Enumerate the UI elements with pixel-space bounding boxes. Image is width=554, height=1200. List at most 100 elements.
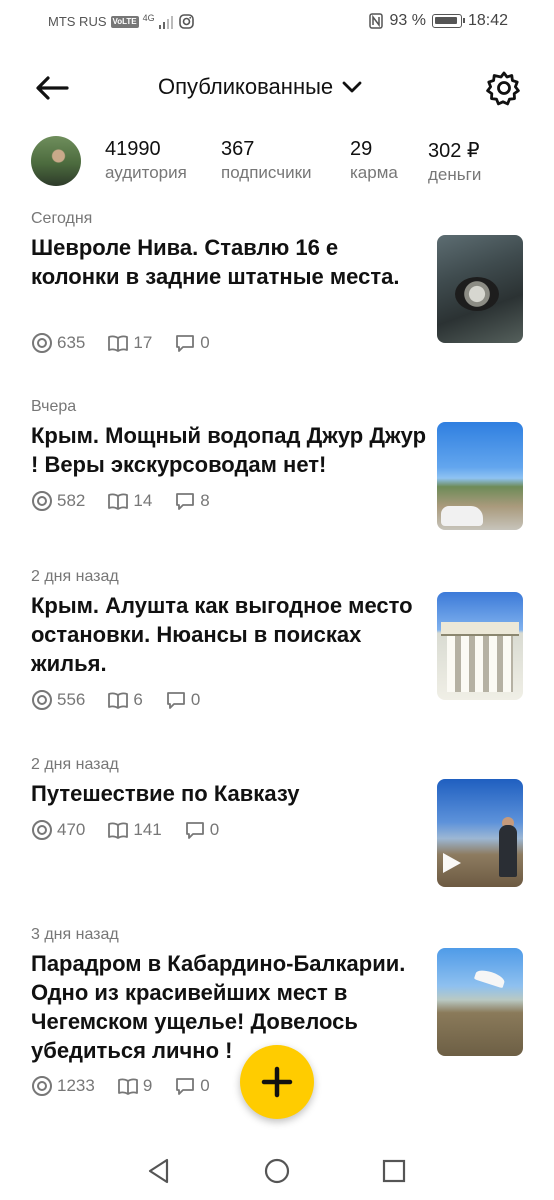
reads-value: 6: [133, 690, 143, 709]
status-bar: MTS RUS VoLTE 4G 93 % 18:42: [0, 0, 554, 44]
post-date: Сегодня: [31, 210, 93, 227]
stat-label: деньги: [428, 165, 482, 184]
reads-value: 14: [133, 491, 153, 510]
views-count: 582: [31, 490, 85, 512]
avatar[interactable]: [31, 136, 81, 186]
post-stats: 556 6 0: [31, 689, 222, 711]
carrier-label: MTS RUS: [48, 14, 107, 29]
views-count: 1233: [31, 1075, 95, 1097]
post-title[interactable]: Крым. Мощный водопад Джур Джур ! Веры эк…: [31, 421, 431, 479]
volte-badge: VoLTE: [110, 15, 139, 28]
stat-money[interactable]: 302 ₽ деньги: [428, 138, 481, 185]
battery-percent: 93 %: [389, 12, 426, 29]
comments-value: 0: [190, 690, 201, 709]
reads-count: 141: [107, 819, 162, 841]
post-date: 3 дня назад: [31, 926, 119, 943]
views-value: 635: [57, 333, 86, 352]
stat-label: аудитория: [105, 163, 187, 182]
play-icon[interactable]: [443, 853, 461, 873]
views-count: 470: [31, 819, 85, 841]
post-stats: 582 14 8: [31, 490, 232, 512]
stat-value: 302 ₽: [428, 140, 480, 162]
nav-back-icon[interactable]: [144, 1156, 174, 1186]
signal-icon: [158, 15, 173, 29]
comment-icon: [176, 335, 195, 352]
stat-value: 41990: [105, 138, 161, 160]
system-nav-bar: [0, 1140, 554, 1200]
views-value: 556: [57, 690, 86, 709]
comments-count: 0: [165, 689, 200, 711]
post-thumbnail[interactable]: [437, 592, 523, 700]
comment-icon: [176, 1078, 195, 1095]
comments-value: 0: [200, 333, 210, 352]
comments-value: 8: [200, 491, 210, 510]
post-stats: 470 141 0: [31, 819, 241, 841]
eye-icon: [32, 820, 52, 840]
nfc-icon: [369, 13, 384, 29]
arrow-left-icon[interactable]: [34, 72, 70, 104]
book-icon: [117, 1078, 138, 1095]
post-item[interactable]: Сегодня Шевроле Нива. Ставлю 16 е колонк…: [0, 210, 554, 370]
eye-icon: [32, 1076, 52, 1096]
eye-icon: [32, 690, 52, 710]
comments-count: 0: [174, 1075, 210, 1097]
stat-label: карма: [350, 163, 398, 182]
stat-subscribers[interactable]: 367 подписчики: [221, 138, 312, 183]
post-date: 2 дня назад: [31, 756, 119, 773]
comments-count: 0: [174, 332, 210, 354]
add-post-button[interactable]: [240, 1045, 314, 1119]
status-left: MTS RUS VoLTE 4G: [48, 12, 194, 29]
eye-icon: [32, 491, 52, 511]
post-item[interactable]: 2 дня назад Путешествие по Кавказу 470 1…: [0, 756, 554, 896]
book-icon: [108, 493, 129, 510]
comments-count: 0: [184, 819, 219, 841]
post-thumbnail[interactable]: [437, 422, 523, 530]
eye-icon: [32, 333, 52, 353]
post-stats: 1233 9 0: [31, 1075, 232, 1097]
post-title[interactable]: Парадром в Кабардино-Балкарии. Одно из к…: [31, 949, 431, 1065]
comment-icon: [176, 493, 195, 510]
post-stats: 635 17 0: [31, 332, 232, 354]
post-date: Вчера: [31, 398, 77, 415]
comments-count: 8: [174, 490, 210, 512]
reads-count: 14: [107, 490, 152, 512]
instagram-icon: [178, 14, 194, 29]
plus-icon: [261, 1066, 293, 1098]
post-thumbnail[interactable]: [437, 235, 523, 343]
stat-karma[interactable]: 29 карма: [350, 138, 398, 183]
book-icon: [108, 822, 129, 839]
nav-home-icon[interactable]: [262, 1156, 292, 1186]
views-value: 582: [57, 491, 86, 510]
stat-audience[interactable]: 41990 аудитория: [105, 138, 187, 183]
post-thumbnail[interactable]: [437, 948, 523, 1056]
post-title[interactable]: Путешествие по Кавказу: [31, 779, 426, 808]
reads-value: 17: [133, 333, 153, 352]
post-item[interactable]: 2 дня назад Крым. Алушта как выгодное ме…: [0, 568, 554, 728]
reads-count: 17: [107, 332, 152, 354]
comment-icon: [185, 822, 204, 839]
reads-value: 9: [142, 1076, 153, 1095]
post-thumbnail[interactable]: [437, 779, 523, 887]
post-item[interactable]: Вчера Крым. Мощный водопад Джур Джур ! В…: [0, 398, 554, 538]
reads-count: 9: [117, 1075, 152, 1097]
chevron-down-icon: [342, 81, 362, 93]
views-count: 556: [31, 689, 85, 711]
views-count: 635: [31, 332, 85, 354]
battery-icon: [431, 14, 465, 28]
network-type: 4G: [142, 12, 155, 23]
app-header: Опубликованные: [0, 64, 554, 112]
clock: 18:42: [467, 12, 508, 29]
stat-label: подписчики: [221, 163, 312, 182]
comments-value: 0: [209, 820, 220, 839]
page-title-dropdown[interactable]: Опубликованные: [158, 74, 363, 100]
post-title[interactable]: Крым. Алушта как выгодное место остановк…: [31, 591, 426, 678]
reads-count: 6: [107, 689, 143, 711]
profile-stats: 41990 аудитория 367 подписчики 29 карма …: [0, 134, 554, 190]
nav-recents-icon[interactable]: [379, 1156, 409, 1186]
book-icon: [108, 692, 129, 709]
post-title[interactable]: Шевроле Нива. Ставлю 16 е колонки в задн…: [31, 233, 426, 291]
gear-icon[interactable]: [486, 70, 522, 106]
page-title: Опубликованные: [158, 74, 334, 99]
comments-value: 0: [200, 1076, 210, 1095]
views-value: 470: [57, 820, 86, 839]
